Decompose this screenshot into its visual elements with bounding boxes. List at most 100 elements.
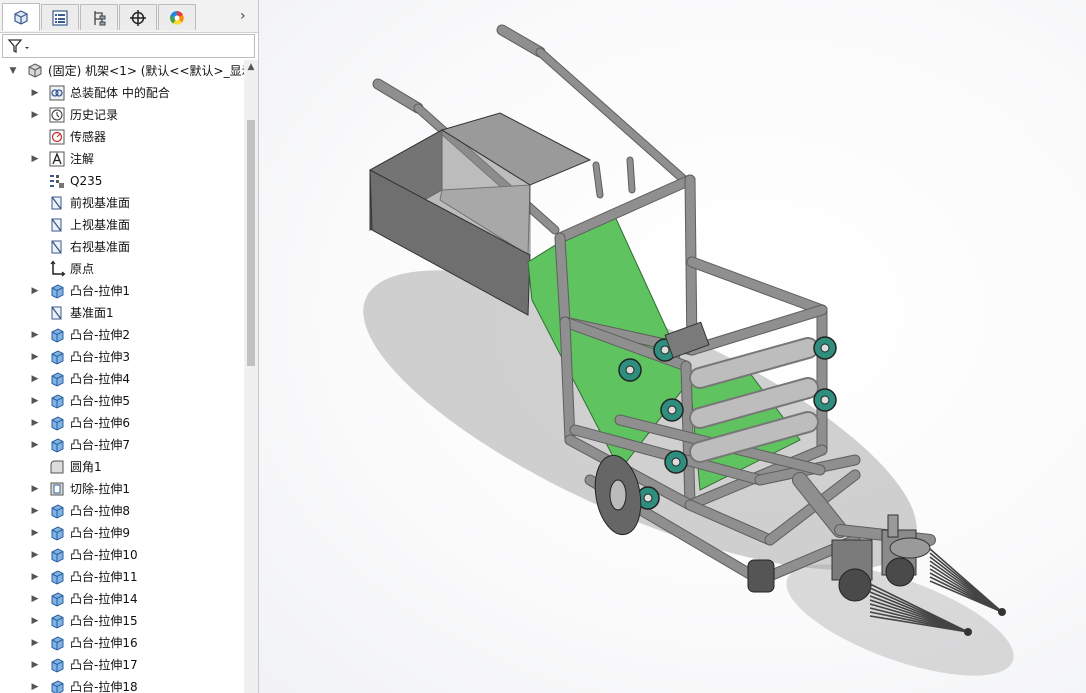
tree-item-1[interactable]: ▶ 历史记录 [0,104,244,126]
tree-item-7[interactable]: 右视基准面 [0,236,244,258]
boss-extrude-icon [51,328,64,343]
tree-item-5[interactable]: 前视基准面 [0,192,244,214]
tab-property-manager[interactable] [41,4,79,30]
property-list-icon [52,9,68,26]
tree-item-21[interactable]: ▶ 凸台-拉伸10 [0,544,244,566]
frame-beam-0 [555,175,695,243]
plane-icon [51,306,62,320]
expand-arrow-icon[interactable]: ▶ [30,500,40,522]
tree-item-27[interactable]: ▶ 凸台-拉伸18 [0,676,244,693]
cut-extrude-icon [50,482,64,496]
tree-item-3[interactable]: ▶ 注解 [0,148,244,170]
scroll-up-icon[interactable]: ▲ [246,62,256,72]
tree-item-22[interactable]: ▶ 凸台-拉伸11 [0,566,244,588]
expand-arrow-icon[interactable]: ▶ [30,610,40,632]
boss-extrude-icon [51,350,64,365]
tree-item-label: 基准面1 [70,306,114,320]
expand-arrow-icon[interactable]: ▶ [30,324,40,346]
tab-dimxpert-manager[interactable] [119,4,157,30]
tree-item-9[interactable]: ▶ 凸台-拉伸1 [0,280,244,302]
history-icon [49,107,65,123]
tree-item-10[interactable]: 基准面1 [0,302,244,324]
expand-arrow-icon[interactable]: ▶ [30,82,40,104]
tree-item-25[interactable]: ▶ 凸台-拉伸16 [0,632,244,654]
filter-icon[interactable] [7,38,33,54]
tree-item-label: 切除-拉伸1 [70,482,130,496]
tree-item-14[interactable]: ▶ 凸台-拉伸5 [0,390,244,412]
machine-model[interactable] [259,0,1086,693]
tree-item-label: 传感器 [70,130,107,144]
expand-arrow-icon[interactable]: ▶ [30,478,40,500]
tree-item-2[interactable]: 传感器 [0,126,244,148]
tree-item-label: Q235 [70,174,103,188]
tree-item-20[interactable]: ▶ 凸台-拉伸9 [0,522,244,544]
boss-extrude-icon [51,504,64,519]
expand-arrow-icon[interactable]: ▶ [30,390,40,412]
tree-item-26[interactable]: ▶ 凸台-拉伸17 [0,654,244,676]
tree-item-label: 凸台-拉伸9 [70,526,130,540]
frame-beam-2 [555,233,570,327]
tree-item-label: 凸台-拉伸15 [70,614,138,628]
tree-item-0[interactable]: ▶ 总装配体 中的配合 [0,82,244,104]
expand-arrow-icon[interactable]: ▶ [30,104,40,126]
chevron-right-icon[interactable]: › [240,8,254,24]
expand-arrow-icon[interactable]: ▶ [30,412,40,434]
tree-item-label: 凸台-拉伸17 [70,658,138,672]
tree-item-18[interactable]: ▶ 切除-拉伸1 [0,478,244,500]
tree-item-16[interactable]: ▶ 凸台-拉伸7 [0,434,244,456]
mates-icon [49,85,65,101]
tab-display-manager[interactable] [158,4,196,30]
tree-item-13[interactable]: ▶ 凸台-拉伸4 [0,368,244,390]
expand-arrow-icon[interactable]: ▶ [30,280,40,302]
boss-extrude-icon [51,614,64,629]
expand-arrow-icon[interactable]: ▶ [30,346,40,368]
tab-configuration-manager[interactable] [80,4,118,30]
tree-item-label: 凸台-拉伸1 [70,284,130,298]
tree-item-root[interactable]: ▼ (固定) 机架<1> (默认<<默认>_显示 [0,60,244,82]
tree-item-24[interactable]: ▶ 凸台-拉伸15 [0,610,244,632]
caster-wheel [747,559,775,593]
expand-arrow-icon[interactable]: ▶ [30,632,40,654]
expand-arrow-icon[interactable]: ▶ [30,654,40,676]
tree-item-label: 凸台-拉伸2 [70,328,130,342]
origin-icon [50,260,66,277]
expand-arrow-icon[interactable]: ▶ [30,566,40,588]
sprocket-hub-5 [820,395,830,405]
feature-manager-panel: › ▼ (固定) 机架<1> (默认<<默认>_显示 ▶ 总装配体 中的配合 ▶ 历史记录… [0,0,259,693]
expand-arrow-icon[interactable]: ▶ [30,544,40,566]
manager-tab-bar: › [0,0,258,33]
tree-item-23[interactable]: ▶ 凸台-拉伸14 [0,588,244,610]
tree-item-19[interactable]: ▶ 凸台-拉伸8 [0,500,244,522]
frame-beam-10 [560,317,575,445]
material-icon [50,175,64,188]
tree-item-15[interactable]: ▶ 凸台-拉伸6 [0,412,244,434]
tree-item-label: 凸台-拉伸5 [70,394,130,408]
expand-arrow-icon[interactable]: ▶ [30,148,40,170]
boss-extrude-icon [51,570,64,585]
tree-item-11[interactable]: ▶ 凸台-拉伸2 [0,324,244,346]
collapse-arrow-icon[interactable]: ▼ [8,60,18,82]
graphics-viewport[interactable] [259,0,1086,693]
tree-item-17[interactable]: 圆角1 [0,456,244,478]
sprocket-hub-3 [660,345,670,355]
tree-item-6[interactable]: 上视基准面 [0,214,244,236]
expand-arrow-icon[interactable]: ▶ [30,368,40,390]
boss-extrude-icon [51,526,64,541]
tree-item-4[interactable]: Q235 [0,170,244,192]
scrollbar-thumb[interactable] [247,120,255,366]
expand-arrow-icon[interactable]: ▶ [30,676,40,693]
expand-arrow-icon[interactable]: ▶ [30,588,40,610]
sprocket-hub-2 [671,457,681,467]
expand-arrow-icon[interactable]: ▶ [30,522,40,544]
tree-item-label: 凸台-拉伸3 [70,350,130,364]
tree-scrollbar[interactable]: ▲ [244,60,258,693]
tab-feature-manager[interactable] [2,3,40,31]
part-root-icon [28,63,42,78]
boss-extrude-icon [51,658,64,673]
boss-extrude-icon [51,438,64,453]
expand-arrow-icon[interactable]: ▶ [30,434,40,456]
filter-bar[interactable] [2,34,255,58]
tree-item-12[interactable]: ▶ 凸台-拉伸3 [0,346,244,368]
frame-beam-4 [687,257,827,315]
tree-item-8[interactable]: 原点 [0,258,244,280]
